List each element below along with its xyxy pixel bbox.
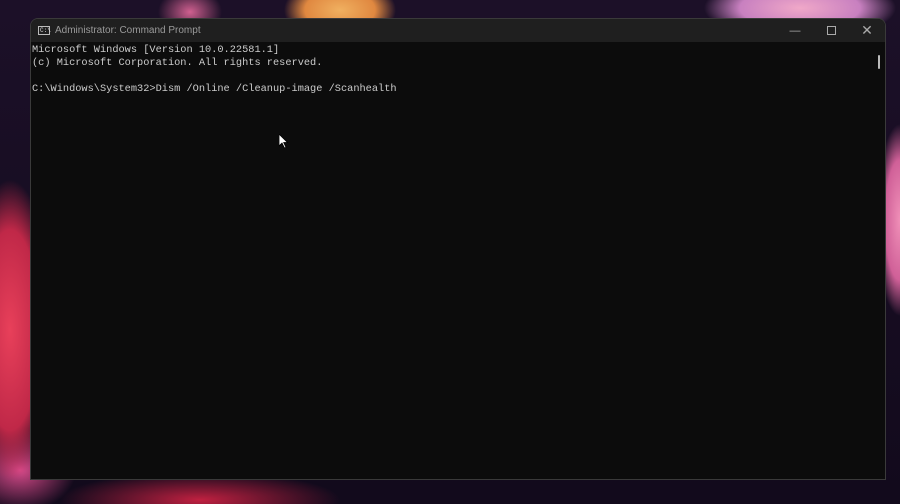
maximize-icon (826, 26, 836, 35)
minimize-button[interactable]: — (777, 19, 813, 42)
window-title: Administrator: Command Prompt (55, 25, 201, 36)
console-output[interactable]: Microsoft Windows [Version 10.0.22581.1]… (31, 42, 885, 96)
title-bar[interactable]: C:\ Administrator: Command Prompt — ✕ (31, 19, 885, 42)
close-icon: ✕ (861, 22, 873, 38)
console-command-line: C:\Windows\System32>Dism /Online /Cleanu… (32, 83, 397, 95)
minimize-icon: — (789, 24, 801, 37)
cmd-icon: C:\ (38, 26, 51, 35)
console-line: Microsoft Windows [Version 10.0.22581.1] (32, 44, 280, 56)
mouse-cursor-icon (279, 134, 289, 149)
maximize-button[interactable] (813, 19, 849, 42)
scrollbar-thumb[interactable] (878, 55, 880, 69)
command-prompt-window[interactable]: C:\ Administrator: Command Prompt — ✕ Mi… (30, 18, 886, 480)
close-button[interactable]: ✕ (849, 19, 885, 42)
console-line: (c) Microsoft Corporation. All rights re… (32, 57, 323, 69)
